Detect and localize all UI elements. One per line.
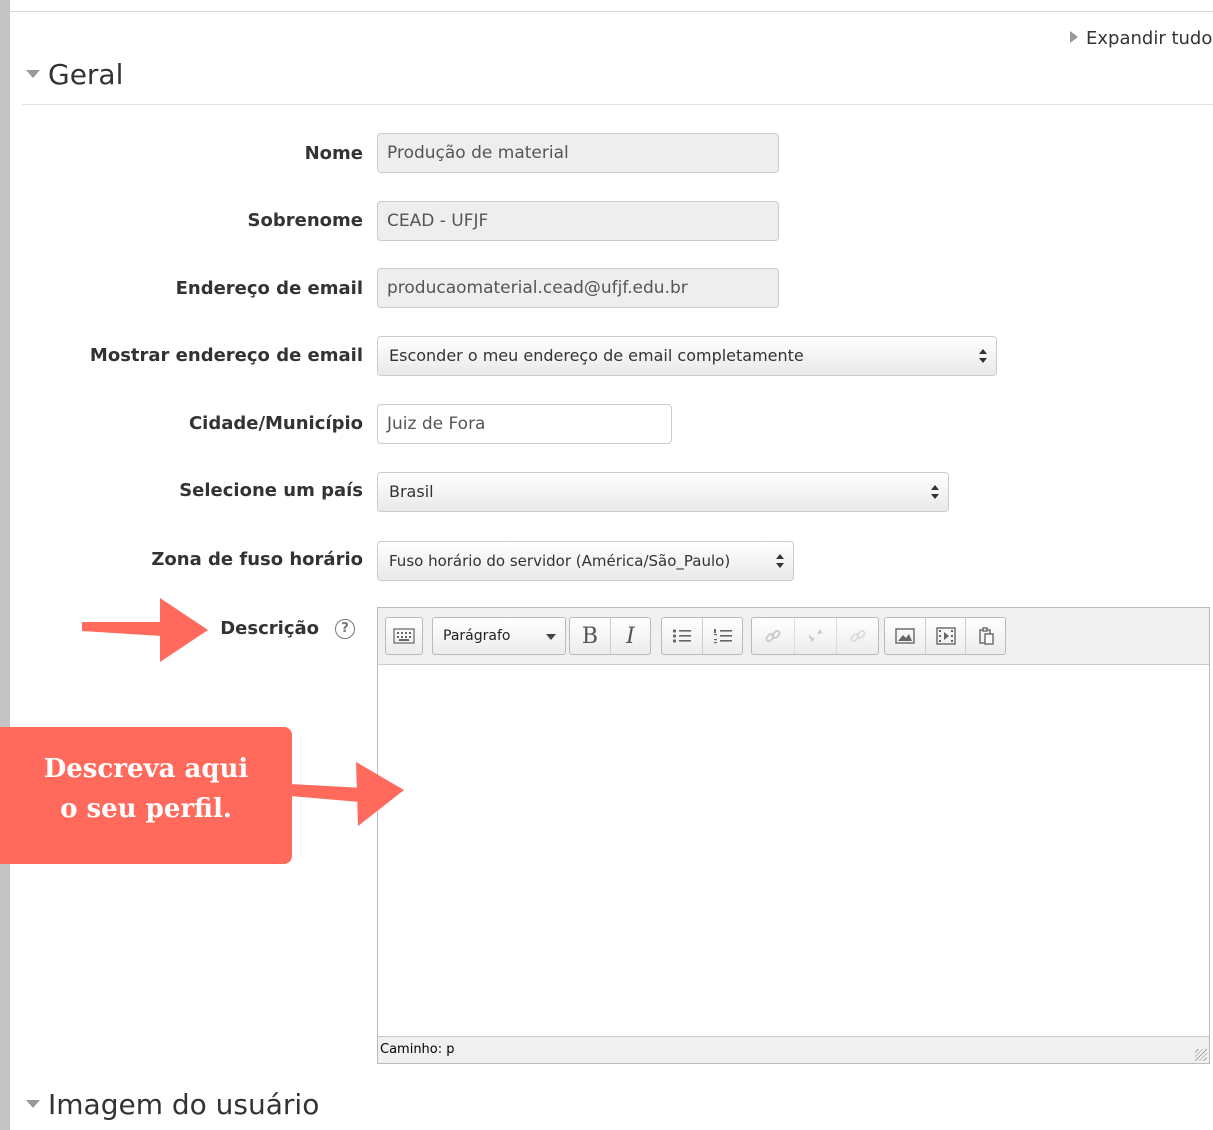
annotation-arrow-top bbox=[82, 598, 208, 662]
resize-grip-icon[interactable] bbox=[1195, 1049, 1207, 1061]
toolbar-group-lists bbox=[661, 617, 743, 655]
section-user-image-header[interactable]: Imagem do usuário bbox=[26, 1088, 319, 1121]
show-email-value: Esconder o meu endereço de email complet… bbox=[389, 346, 804, 365]
toolbar-group-media bbox=[884, 617, 1006, 655]
timezone-value: Fuso horário do servidor (América/São_Pa… bbox=[389, 552, 731, 570]
section-user-image-title: Imagem do usuário bbox=[48, 1088, 320, 1121]
bold-icon[interactable]: B bbox=[570, 618, 610, 654]
toolbar-group-links bbox=[751, 617, 879, 655]
anchor-icon[interactable] bbox=[836, 618, 878, 654]
show-email-label: Mostrar endereço de email bbox=[89, 345, 363, 366]
callout-line-1: Descreva aqui bbox=[43, 754, 249, 784]
toolbar-group-style: B I bbox=[569, 617, 651, 655]
surname-field[interactable]: CEAD - UFJF bbox=[377, 201, 779, 241]
annotation-arrow-bottom bbox=[290, 762, 404, 826]
city-field[interactable]: Juiz de Fora bbox=[377, 404, 672, 444]
callout-line-2: o seu perfil. bbox=[60, 794, 232, 824]
select-arrows-icon bbox=[979, 349, 987, 363]
paste-icon[interactable] bbox=[965, 618, 1005, 654]
left-border bbox=[0, 0, 10, 1130]
toolbar-group-toggle bbox=[385, 617, 423, 655]
editor-status-bar: Caminho: p bbox=[378, 1036, 1209, 1063]
surname-label: Sobrenome bbox=[247, 210, 363, 231]
description-editor[interactable]: Parágrafo B I Caminho: p bbox=[377, 607, 1210, 1064]
top-divider bbox=[10, 11, 1213, 12]
keyboard-icon[interactable] bbox=[386, 618, 422, 654]
timezone-label: Zona de fuso horário bbox=[151, 549, 363, 570]
expand-triangle-icon bbox=[1070, 31, 1078, 43]
select-arrows-icon bbox=[931, 485, 939, 499]
bullet-list-icon[interactable] bbox=[662, 618, 702, 654]
city-label: Cidade/Município bbox=[188, 413, 363, 434]
numbered-list-icon[interactable] bbox=[702, 618, 742, 654]
editor-text-area[interactable] bbox=[378, 665, 1209, 1038]
description-label: Descrição bbox=[220, 618, 319, 639]
editor-toolbar: Parágrafo B I bbox=[378, 608, 1209, 665]
section-general-title: Geral bbox=[48, 58, 124, 91]
editor-path: Caminho: p bbox=[380, 1042, 455, 1057]
image-icon[interactable] bbox=[885, 618, 925, 654]
expand-all-label: Expandir tudo bbox=[1086, 28, 1213, 49]
name-label: Nome bbox=[304, 143, 363, 164]
collapse-triangle-icon bbox=[26, 1100, 40, 1108]
collapse-triangle-icon bbox=[26, 70, 40, 78]
country-select[interactable]: Brasil bbox=[377, 472, 949, 512]
email-field[interactable]: producaomaterial.cead@ufjf.edu.br bbox=[377, 268, 779, 308]
select-arrows-icon bbox=[776, 554, 784, 568]
media-icon[interactable] bbox=[925, 618, 965, 654]
help-icon[interactable]: ? bbox=[335, 619, 355, 639]
country-label: Selecione um país bbox=[179, 480, 363, 501]
name-field[interactable]: Produção de material bbox=[377, 133, 779, 173]
section-divider bbox=[22, 104, 1213, 105]
email-label: Endereço de email bbox=[175, 278, 363, 299]
italic-icon[interactable]: I bbox=[610, 618, 650, 654]
section-general-header[interactable]: Geral bbox=[26, 58, 123, 91]
timezone-select[interactable]: Fuso horário do servidor (América/São_Pa… bbox=[377, 541, 794, 581]
country-value: Brasil bbox=[389, 482, 434, 501]
format-select-value: Parágrafo bbox=[443, 628, 511, 644]
chevron-down-icon bbox=[546, 634, 556, 640]
link-icon[interactable] bbox=[752, 618, 794, 654]
expand-all-link[interactable]: Expandir tudo bbox=[1070, 28, 1212, 49]
format-select[interactable]: Parágrafo bbox=[432, 617, 566, 655]
show-email-select[interactable]: Esconder o meu endereço de email complet… bbox=[377, 336, 997, 376]
unlink-icon[interactable] bbox=[794, 618, 836, 654]
annotation-callout: Descreva aqui o seu perfil. bbox=[0, 727, 292, 864]
